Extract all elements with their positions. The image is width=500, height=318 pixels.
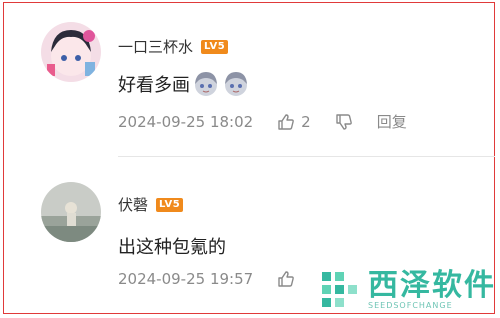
level-badge: LV5 [156,197,184,212]
like-button[interactable] [277,270,295,288]
dislike-button[interactable] [335,113,353,131]
comment-meta: 2024-09-25 19:57 [118,270,295,288]
avatar-image [41,182,101,242]
sticker-emoji-icon [195,72,217,96]
comment-meta: 2024-09-25 18:02 2 回复 [118,111,407,132]
comment-text-row: 出这种包氪的 [118,233,226,259]
sticker-emoji-icon [225,72,247,96]
thumb-down-icon [336,113,352,130]
comment-timestamp: 2024-09-25 19:57 [118,270,254,288]
reply-button[interactable]: 回复 [377,111,407,132]
like-button[interactable]: 2 [277,113,311,131]
avatar-image [41,22,101,82]
comment-text: 出这种包氪的 [118,237,226,258]
level-badge: LV5 [201,39,229,54]
watermark-logo: 西泽软件 SEEDSOFCHANGE [318,268,496,312]
comment-username-row: 一口三杯水 LV5 [118,36,229,57]
comment-username-row: 伏磬 LV5 [118,194,184,215]
avatar[interactable] [41,182,101,242]
watermark-logo-icon [322,272,357,307]
comment-timestamp: 2024-09-25 18:02 [118,112,254,131]
comment-divider [118,156,495,157]
thumb-up-icon [278,113,294,130]
username[interactable]: 伏磬 [118,194,148,215]
thumb-up-icon [278,271,294,287]
watermark-title: 西泽软件 [368,267,496,303]
comment-text-row: 好看多画 [118,70,250,98]
username[interactable]: 一口三杯水 [118,36,193,57]
like-count: 2 [301,112,311,131]
watermark-subtitle: SEEDSOFCHANGE [368,300,453,310]
avatar[interactable] [41,22,101,82]
comment-text: 好看多画 [118,75,190,96]
